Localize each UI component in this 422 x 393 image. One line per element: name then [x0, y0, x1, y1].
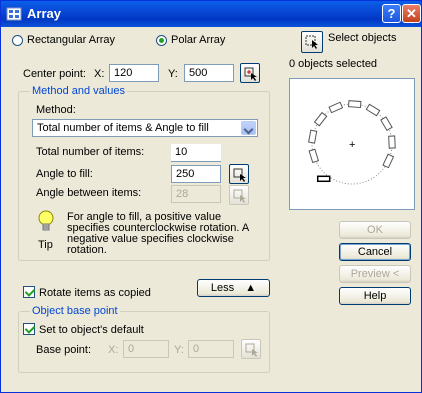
- preview-array-item: [313, 111, 328, 127]
- method-label: Method:: [36, 104, 76, 116]
- pick-point-icon: [244, 67, 257, 81]
- center-x-input[interactable]: 120: [109, 64, 159, 82]
- total-items-label: Total number of items:: [36, 146, 145, 158]
- method-values-title: Method and values: [30, 85, 127, 97]
- title-bar[interactable]: Array ? ✕: [1, 1, 421, 27]
- preview-array-item: [328, 101, 344, 114]
- center-y-label: Y:: [168, 68, 178, 80]
- preview-center-mark: +: [349, 139, 355, 151]
- lightbulb-icon: [38, 210, 54, 231]
- angle-between-label: Angle between items:: [36, 187, 142, 199]
- less-button-label: Less: [210, 282, 235, 294]
- center-x-label: X:: [94, 68, 105, 80]
- help-title-button[interactable]: ?: [382, 4, 401, 23]
- center-point-label: Center point:: [23, 68, 86, 80]
- array-preview: +: [289, 78, 415, 210]
- collapse-up-icon: ▲: [245, 282, 257, 294]
- method-select[interactable]: Total number of items & Angle to fill: [32, 119, 258, 137]
- preview-array-item: [308, 129, 318, 144]
- base-x-input: 0: [123, 340, 169, 358]
- method-select-value: Total number of items & Angle to fill: [37, 122, 209, 134]
- window-title: Array: [27, 6, 61, 21]
- set-default-label[interactable]: Set to object's default: [39, 324, 144, 336]
- set-default-checkbox[interactable]: [23, 323, 35, 335]
- tip-text: For angle to fill, a positive value spec…: [67, 211, 249, 256]
- rectangular-array-label[interactable]: Rectangular Array: [27, 34, 115, 46]
- base-y-label: Y:: [174, 344, 184, 356]
- rotate-items-label[interactable]: Rotate items as copied: [39, 287, 151, 299]
- rectangular-array-radio[interactable]: [12, 35, 23, 46]
- ok-button[interactable]: OK: [339, 221, 411, 239]
- tip-label: Tip: [38, 239, 53, 251]
- chevron-down-icon[interactable]: [241, 121, 256, 135]
- objects-selected-status: 0 objects selected: [289, 58, 378, 70]
- preview-array-item: [347, 100, 362, 109]
- help-button[interactable]: Help: [339, 287, 411, 305]
- polar-array-radio[interactable]: [156, 35, 167, 46]
- object-base-point-title: Object base point: [30, 305, 120, 317]
- preview-array-item: [308, 148, 320, 164]
- preview-source-object: [316, 175, 331, 183]
- preview-array-item: [380, 116, 393, 132]
- base-x-label: X:: [108, 344, 119, 356]
- polar-array-label[interactable]: Polar Array: [171, 34, 225, 46]
- close-button[interactable]: ✕: [402, 4, 421, 23]
- pick-angle-disabled-icon: [233, 189, 246, 203]
- base-y-input: 0: [188, 340, 234, 358]
- pick-angle-between-button: [229, 185, 249, 205]
- preview-array-item: [365, 103, 381, 117]
- center-y-input[interactable]: 500: [184, 64, 234, 82]
- preview-array-item: [388, 135, 396, 149]
- select-objects-button[interactable]: [301, 31, 323, 53]
- array-dialog: Array ? ✕ Rectangular Array Polar Array …: [0, 0, 422, 393]
- pick-center-point-button[interactable]: [240, 63, 260, 83]
- pick-angle-icon: [233, 168, 246, 182]
- angle-between-input: 28: [171, 185, 221, 203]
- help-icon: ?: [387, 6, 396, 21]
- total-items-input[interactable]: 10: [171, 144, 221, 162]
- close-icon: ✕: [406, 6, 417, 21]
- pick-base-point-button: [241, 339, 261, 359]
- polar-array-preview-graphic: +: [308, 100, 396, 185]
- select-objects-icon: [305, 35, 318, 49]
- pick-base-point-icon: [245, 343, 258, 357]
- preview-button[interactable]: Preview <: [339, 265, 411, 283]
- array-app-icon: [6, 7, 22, 21]
- less-button[interactable]: Less ▲: [197, 279, 270, 297]
- angle-to-fill-input[interactable]: 250: [171, 165, 221, 183]
- cancel-button[interactable]: Cancel: [339, 243, 411, 261]
- rotate-items-checkbox[interactable]: [23, 286, 35, 298]
- pick-angle-fill-button[interactable]: [229, 164, 249, 184]
- angle-to-fill-label: Angle to fill:: [36, 168, 93, 180]
- base-point-label: Base point:: [36, 344, 92, 356]
- preview-array-item: [382, 153, 395, 169]
- select-objects-label: Select objects: [328, 32, 397, 44]
